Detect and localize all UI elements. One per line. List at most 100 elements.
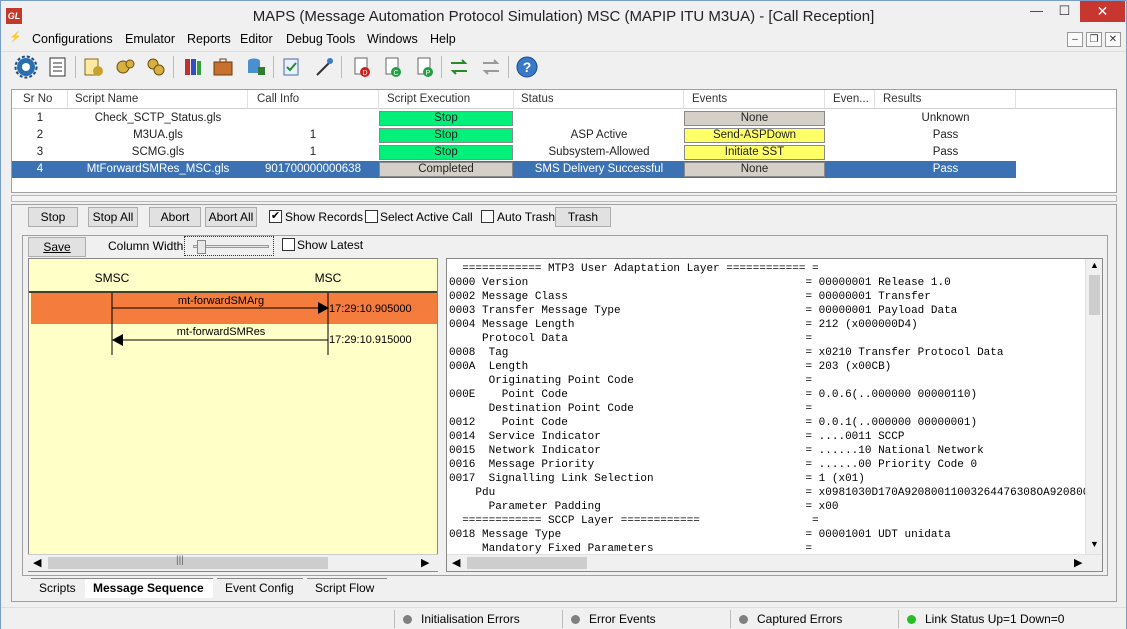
cell-results: Pass: [932, 163, 959, 175]
protocol-decode-pane: ============ MTP3 User Adaptation Layer …: [446, 258, 1103, 572]
table-row[interactable]: 1 Check_SCTP_Status.gls Stop None Unknow…: [12, 110, 1016, 127]
bulk-gear-icon[interactable]: [144, 55, 168, 79]
record-p-icon[interactable]: P: [413, 55, 437, 79]
arrowhead-left: [112, 334, 123, 346]
stop-script-button[interactable]: Stop: [379, 145, 513, 160]
event-button[interactable]: None: [684, 162, 825, 177]
books-icon[interactable]: [181, 55, 205, 79]
wizard-icon[interactable]: [312, 55, 336, 79]
cell-call-info: 901700000000638: [265, 163, 361, 175]
event-button[interactable]: None: [684, 111, 825, 126]
show-latest-checkbox[interactable]: [282, 238, 295, 251]
status-captured-errors[interactable]: Captured Errors: [730, 610, 895, 628]
tab-event-config[interactable]: Event Config: [217, 578, 303, 598]
record-c-icon[interactable]: C: [381, 55, 405, 79]
tab-scripts[interactable]: Scripts: [31, 578, 87, 598]
table-row[interactable]: 2 M3UA.gls 1 Stop ASP Active Send-ASPDow…: [12, 127, 1016, 144]
message-ladder-diagram: SMSC MSC mt-forwardSMArg 17:29:10.905000…: [28, 258, 438, 572]
decode-horizontal-scrollbar[interactable]: ◀ ▶: [447, 554, 1102, 571]
col-header-script-name[interactable]: Script Name: [75, 93, 138, 105]
abort-button[interactable]: Abort: [149, 207, 201, 227]
ladder-horizontal-scrollbar[interactable]: ◀ ||| ▶: [28, 554, 438, 571]
mdi-minimize-button[interactable]: –: [1067, 32, 1083, 47]
col-header-results[interactable]: Results: [883, 93, 921, 105]
stop-all-button[interactable]: Stop All: [88, 207, 138, 227]
menu-reports[interactable]: Reports: [187, 32, 231, 46]
scroll-left-icon[interactable]: ◀: [33, 556, 41, 569]
auto-trash-checkbox[interactable]: [481, 210, 494, 223]
menu-bar: ⚡ Configurations Emulator Reports Editor…: [1, 30, 1126, 50]
scroll-up-icon[interactable]: ▲: [1090, 260, 1099, 270]
status-init-errors[interactable]: Initialisation Errors: [394, 610, 559, 628]
scroll-thumb[interactable]: [1089, 275, 1100, 315]
show-latest-label: Show Latest: [297, 238, 364, 252]
save-button[interactable]: Save: [28, 237, 86, 257]
splitter-bar[interactable]: [11, 195, 1117, 202]
event-button[interactable]: Initiate SST: [684, 145, 825, 160]
slider-thumb[interactable]: [197, 240, 206, 254]
col-header-status[interactable]: Status: [521, 93, 554, 105]
stop-script-button[interactable]: Stop: [379, 128, 513, 143]
status-error-events[interactable]: Error Events: [562, 610, 727, 628]
mdi-close-button[interactable]: ✕: [1105, 32, 1121, 47]
stop-script-button[interactable]: Stop: [379, 111, 513, 126]
help-icon[interactable]: ?: [515, 55, 539, 79]
completed-status-button[interactable]: Completed: [379, 162, 513, 177]
event-button[interactable]: Send-ASPDown: [684, 128, 825, 143]
column-width-slider[interactable]: [184, 236, 274, 256]
scroll-right-icon[interactable]: ▶: [1074, 556, 1082, 569]
cell-even: [825, 144, 875, 161]
cell-script-name: Check_SCTP_Status.gls: [94, 112, 222, 124]
menu-debug-tools[interactable]: Debug Tools: [286, 32, 355, 46]
select-active-call-checkbox[interactable]: [365, 210, 378, 223]
column-divider: [683, 90, 684, 109]
menu-help[interactable]: Help: [430, 32, 456, 46]
decode-line: 0008 Tag = x0210 Transfer Protocol Data: [449, 347, 1004, 359]
callflow-p-icon[interactable]: [479, 55, 503, 79]
table-row[interactable]: 3 SCMG.gls 1 Stop Subsystem-Allowed Init…: [12, 144, 1016, 161]
status-dot-icon: [739, 615, 748, 624]
table-row-selected[interactable]: 4 MtForwardSMRes_MSC.gls 901700000000638…: [12, 161, 1016, 178]
menu-emulator[interactable]: Emulator: [125, 32, 175, 46]
menu-editor[interactable]: Editor: [240, 32, 273, 46]
cell-script-name: M3UA.gls: [133, 129, 183, 141]
briefcase-icon[interactable]: [211, 55, 235, 79]
database-icon[interactable]: [244, 55, 268, 79]
settings-gear-icon[interactable]: [14, 55, 38, 79]
scroll-right-icon[interactable]: ▶: [421, 556, 429, 569]
decode-line: 0016 Message Priority = ......00 Priorit…: [449, 459, 978, 471]
trash-button[interactable]: Trash: [555, 207, 611, 227]
tab-message-sequence[interactable]: Message Sequence: [85, 578, 213, 598]
stop-button[interactable]: Stop: [28, 207, 78, 227]
record-d-icon[interactable]: D: [350, 55, 374, 79]
status-link[interactable]: Link Status Up=1 Down=0: [898, 610, 1124, 628]
scroll-down-icon[interactable]: ▼: [1090, 539, 1099, 549]
col-header-call-info[interactable]: Call Info: [257, 93, 299, 105]
abort-all-button[interactable]: Abort All: [205, 207, 257, 227]
status-dot-icon: [403, 615, 412, 624]
profile-gear-icon[interactable]: [113, 55, 137, 79]
show-records-checkbox[interactable]: ✔: [269, 210, 282, 223]
col-header-even[interactable]: Even...: [833, 93, 869, 105]
status-error-events-label: Error Events: [589, 612, 656, 626]
mdi-restore-button[interactable]: ❐: [1086, 32, 1102, 47]
close-button[interactable]: ✕: [1080, 1, 1125, 22]
scripts-book-icon[interactable]: [46, 55, 70, 79]
col-header-srno[interactable]: Sr No: [23, 93, 52, 105]
checklist-icon[interactable]: [280, 55, 304, 79]
menu-windows[interactable]: Windows: [367, 32, 418, 46]
scroll-left-icon[interactable]: ◀: [452, 556, 460, 569]
scroll-thumb[interactable]: [467, 557, 587, 569]
menu-configurations[interactable]: Configurations: [32, 32, 113, 46]
decode-line: 000A Length = 203 (x00CB): [449, 361, 892, 373]
minimize-button[interactable]: —: [1023, 1, 1050, 22]
cell-srno: 2: [36, 129, 44, 141]
decode-vertical-scrollbar[interactable]: ▲ ▼: [1085, 259, 1102, 554]
scroll-thumb[interactable]: |||: [48, 555, 328, 569]
maximize-button[interactable]: ☐: [1051, 1, 1078, 22]
col-header-events[interactable]: Events: [692, 93, 727, 105]
profile-edit-icon[interactable]: [82, 55, 106, 79]
col-header-script-execution[interactable]: Script Execution: [387, 93, 470, 105]
callflow-c-icon[interactable]: [447, 55, 471, 79]
tab-script-flow[interactable]: Script Flow: [307, 578, 387, 598]
